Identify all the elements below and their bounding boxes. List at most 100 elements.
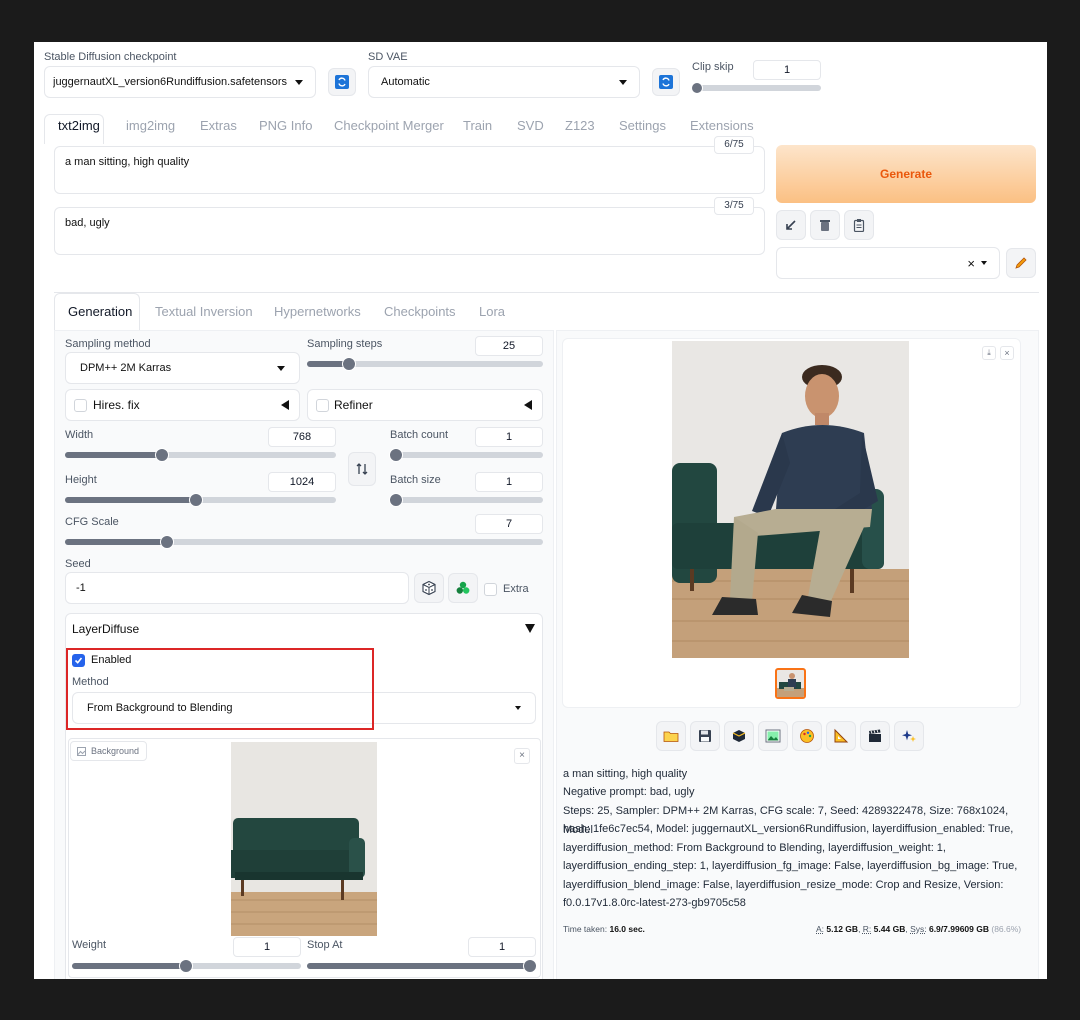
tab-generation[interactable]: Generation [68,304,132,319]
height-slider[interactable] [65,493,336,507]
tab-png-info[interactable]: PNG Info [259,118,312,133]
stop-at-input[interactable]: 1 [468,937,536,957]
refresh-checkpoint-button[interactable] [328,68,356,96]
slider-fill [65,497,196,503]
layerdiffuse-title[interactable]: LayerDiffuse [72,622,139,636]
slider-handle[interactable] [189,493,203,507]
batch-count-label: Batch count [390,429,449,441]
extra-seed-checkbox[interactable] [484,583,497,596]
slider-handle[interactable] [691,82,703,94]
hires-fix-checkbox[interactable] [74,399,87,412]
tab-checkpoints[interactable]: Checkpoints [384,304,456,319]
tab-txt2img[interactable]: txt2img [58,118,100,133]
batch-size-slider[interactable] [389,493,543,507]
read-params-button[interactable] [776,210,806,240]
refiner-accordion[interactable]: Refiner [307,389,543,421]
refiner-label: Refiner [334,398,373,412]
stop-at-slider[interactable] [307,959,537,973]
styles-select[interactable]: × [776,247,1000,279]
vae-select[interactable]: Automatic [368,66,640,98]
gallery-thumbnail[interactable] [775,668,806,699]
zip-button[interactable] [724,721,754,751]
slider-handle[interactable] [160,535,174,549]
dice-icon [422,580,436,596]
cfg-scale-slider[interactable] [65,535,543,549]
vae-value: Automatic [381,76,430,88]
send-to-extras-button[interactable] [826,721,856,751]
download-icon[interactable]: ⤓ [982,346,996,360]
weight-slider[interactable] [72,959,301,973]
slider-handle[interactable] [342,357,356,371]
slider-fill [65,452,162,458]
mem-a-label: A: [816,924,825,934]
open-folder-button[interactable] [656,721,686,751]
clip-skip-label: Clip skip [692,61,734,73]
close-icon[interactable]: × [1000,346,1014,360]
width-label: Width [65,429,94,441]
output-params-line: layerdiffusion_ending_step: 1, layerdiff… [563,860,1018,872]
tab-checkpoint-merger[interactable]: Checkpoint Merger [334,118,444,133]
sampling-steps-slider[interactable] [307,357,543,371]
height-input[interactable]: 1024 [268,472,336,492]
weight-input[interactable]: 1 [233,937,301,957]
generate-button[interactable]: Generate [776,145,1036,203]
output-negative-prompt: Negative prompt: bad, ugly [563,786,695,798]
triangle-down-icon[interactable] [525,624,535,633]
edit-styles-button[interactable] [1006,248,1036,278]
slider-handle[interactable] [523,959,537,973]
slider-handle[interactable] [389,448,403,462]
checkpoint-select[interactable]: juggernautXL_version6Rundiffusion.safete… [44,66,316,98]
tab-svd[interactable]: SVD [517,118,544,133]
tab-train[interactable]: Train [463,118,492,133]
refresh-vae-button[interactable] [652,68,680,96]
swap-dimensions-button[interactable] [348,452,376,486]
clip-skip-slider[interactable] [691,82,821,94]
prompt-textarea[interactable]: a man sitting, high quality [54,146,765,194]
package-icon [732,730,746,742]
triangle-left-icon [281,400,289,410]
width-input[interactable]: 768 [268,427,336,447]
remove-image-icon[interactable]: × [514,748,530,764]
highlight-box [66,648,374,730]
paste-styles-button[interactable] [844,210,874,240]
generated-image[interactable] [672,341,909,658]
tab-lora[interactable]: Lora [479,304,505,319]
negative-prompt-textarea[interactable]: bad, ugly [54,207,765,255]
weight-label: Weight [72,939,107,951]
send-to-z123-button[interactable] [894,721,924,751]
tab-textual-inversion[interactable]: Textual Inversion [155,304,253,319]
slider-handle[interactable] [389,493,403,507]
background-tag-label: Background [91,746,140,756]
send-to-svd-button[interactable] [860,721,890,751]
width-slider[interactable] [65,448,336,462]
send-to-img2img-button[interactable] [758,721,788,751]
tab-extras[interactable]: Extras [200,118,237,133]
clear-prompt-button[interactable] [810,210,840,240]
refiner-checkbox[interactable] [316,399,329,412]
hires-fix-accordion[interactable]: Hires. fix [65,389,300,421]
batch-size-input[interactable]: 1 [475,472,543,492]
batch-count-slider[interactable] [389,448,543,462]
save-button[interactable] [690,721,720,751]
sampling-method-select[interactable]: DPM++ 2M Karras [65,352,300,384]
mem-r-value: 5.44 GB [873,924,906,934]
seed-input[interactable]: -1 [65,572,409,604]
tab-settings[interactable]: Settings [619,118,666,133]
chevron-down-icon [295,79,303,85]
height-label: Height [65,474,97,486]
random-seed-button[interactable] [414,573,444,603]
batch-count-input[interactable]: 1 [475,427,543,447]
send-to-inpaint-button[interactable] [792,721,822,751]
slider-handle[interactable] [179,959,193,973]
sampling-steps-input[interactable]: 25 [475,336,543,356]
tab-hypernetworks[interactable]: Hypernetworks [274,304,361,319]
tab-z123[interactable]: Z123 [565,118,595,133]
clipboard-icon [853,219,865,232]
reuse-seed-button[interactable] [448,573,478,603]
clip-skip-input[interactable]: 1 [753,60,821,80]
slider-handle[interactable] [155,448,169,462]
clear-styles-icon[interactable]: × [967,256,975,271]
cfg-scale-input[interactable]: 7 [475,514,543,534]
tab-img2img[interactable]: img2img [126,118,175,133]
tab-extensions[interactable]: Extensions [690,118,754,133]
